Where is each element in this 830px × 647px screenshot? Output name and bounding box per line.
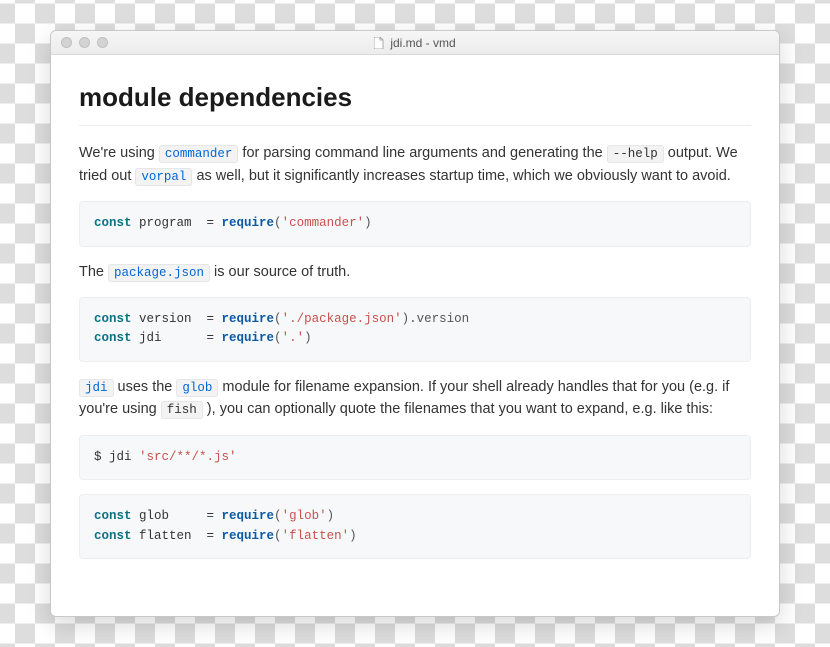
page-heading: module dependencies [79,77,751,126]
minimize-button[interactable] [79,37,90,48]
code-block-1: const program = require('commander') [79,201,751,246]
paragraph-1: We're using commander for parsing comman… [79,142,751,187]
zoom-button[interactable] [97,37,108,48]
document-content: module dependencies We're using commande… [51,55,779,595]
paragraph-2: The package.json is our source of truth. [79,261,751,283]
titlebar[interactable]: jdi.md - vmd [51,31,779,55]
code-fish: fish [161,401,203,419]
code-commander: commander [159,145,239,163]
document-icon [374,37,384,49]
paragraph-3: jdi uses the glob module for filename ex… [79,376,751,421]
code-jdi: jdi [79,379,114,397]
code-block-3: $ jdi 'src/**/*.js' [79,435,751,480]
code-package-json: package.json [108,264,210,282]
code-block-4: const glob = require('glob') const flatt… [79,494,751,559]
code-vorpal: vorpal [135,168,192,186]
close-button[interactable] [61,37,72,48]
code-block-2: const version = require('./package.json'… [79,297,751,362]
traffic-lights [51,37,108,48]
code-help-flag: --help [607,145,664,163]
code-glob: glob [176,379,218,397]
app-window: jdi.md - vmd module dependencies We're u… [50,30,780,617]
window-title: jdi.md - vmd [390,36,455,50]
window-title-wrap: jdi.md - vmd [51,36,779,50]
